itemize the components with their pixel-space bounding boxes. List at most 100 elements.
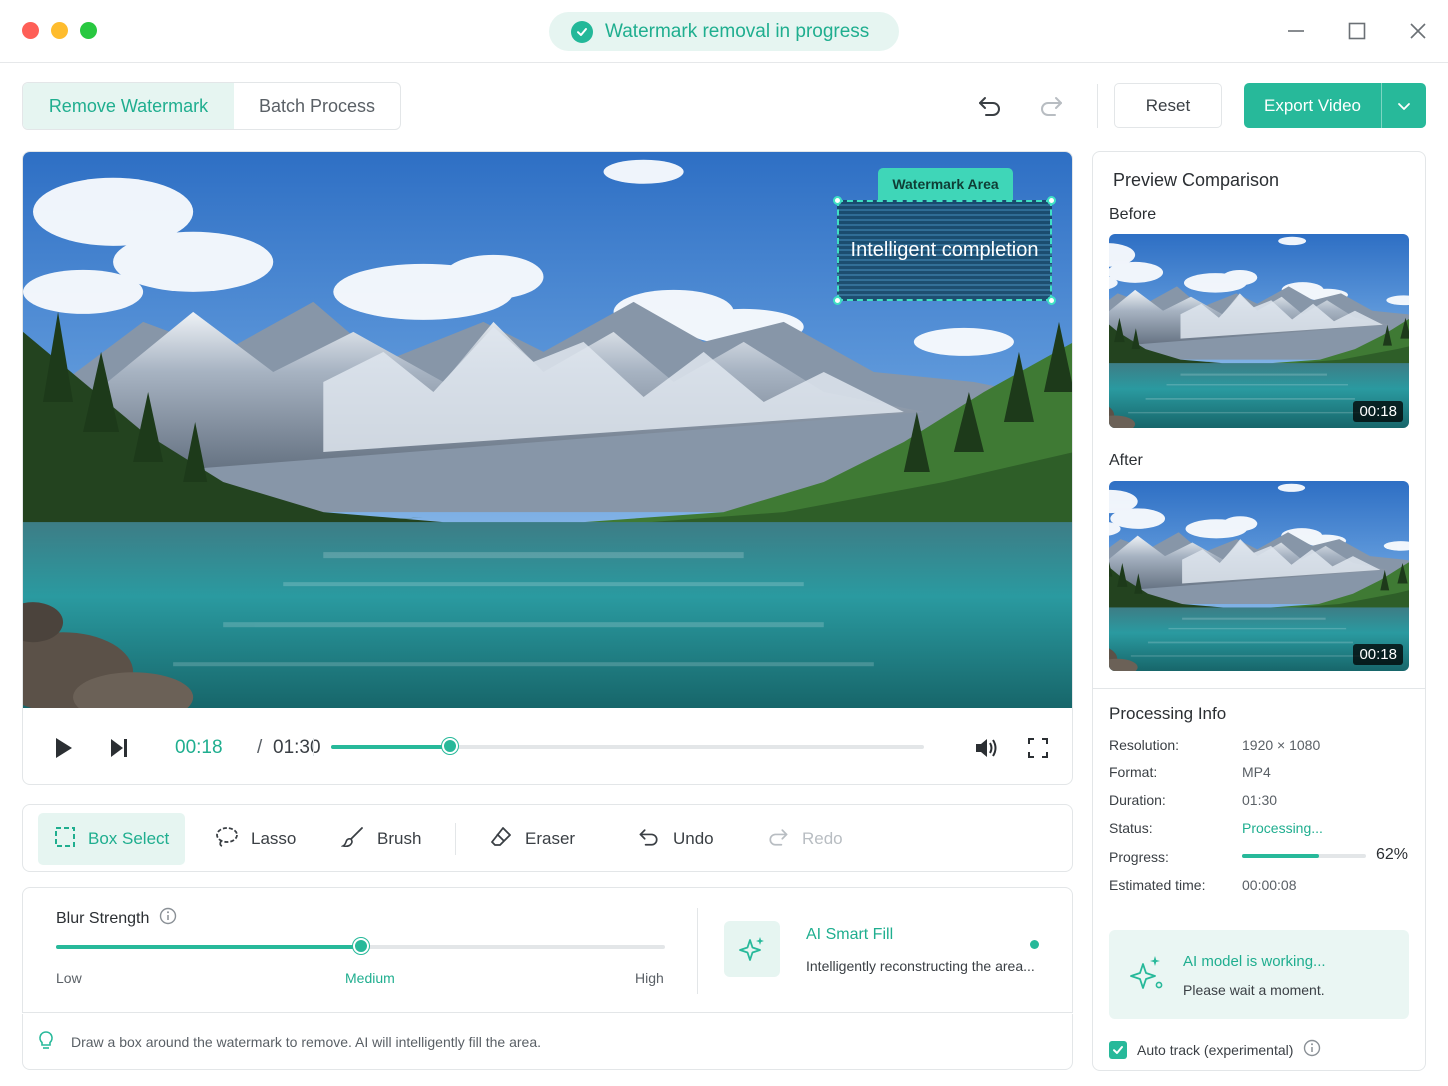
- processing-progress-bar: [1242, 854, 1366, 858]
- tool-box-select[interactable]: Box Select: [38, 813, 186, 865]
- lightbulb-icon: [37, 1030, 55, 1053]
- auto-track-option[interactable]: Auto track (experimental): [1109, 1039, 1321, 1060]
- blur-slider-fill: [56, 945, 361, 949]
- toolbar-divider: [1097, 84, 1098, 128]
- processing-progress-percent: 62%: [1375, 846, 1408, 863]
- sparkle-icon: [1129, 954, 1165, 999]
- chevron-down-icon[interactable]: [1382, 98, 1426, 114]
- auto-track-label: Auto track (experimental): [1137, 1041, 1294, 1058]
- minimize-icon[interactable]: [1281, 16, 1311, 46]
- sparkle-icon: [724, 921, 780, 977]
- seek-bar[interactable]: [331, 738, 924, 754]
- tool-undo[interactable]: Undo: [637, 813, 714, 865]
- video-frame[interactable]: Watermark Area Intelligent completion: [23, 152, 1072, 708]
- reset-button[interactable]: Reset: [1114, 83, 1222, 128]
- info-value-format: MP4: [1242, 764, 1271, 780]
- ai-smart-fill-description: Intelligently reconstructing the area...: [806, 958, 1035, 974]
- skip-next-icon[interactable]: [101, 730, 137, 766]
- blur-strength-slider[interactable]: [56, 938, 665, 954]
- close-window-dot[interactable]: [22, 22, 39, 39]
- tool-label: Brush: [377, 829, 422, 848]
- tool-brush[interactable]: Brush: [340, 813, 422, 865]
- hint-text: Draw a box around the watermark to remov…: [71, 1033, 541, 1050]
- before-thumbnail[interactable]: 00:18: [1109, 234, 1409, 428]
- redo-icon[interactable]: [1033, 88, 1069, 124]
- undo-icon[interactable]: [972, 88, 1008, 124]
- blur-medium-label: Medium: [345, 970, 395, 986]
- status-pill: Watermark removal in progress: [549, 12, 899, 51]
- box-select-icon: [54, 826, 76, 853]
- watermark-selection-box[interactable]: Intelligent completion: [833, 196, 1056, 305]
- export-video-button[interactable]: Export Video: [1244, 83, 1426, 128]
- info-icon[interactable]: [159, 907, 177, 930]
- processing-info-title: Processing Info: [1109, 704, 1227, 723]
- close-icon[interactable]: [1403, 16, 1433, 46]
- status-text: Watermark removal in progress: [605, 20, 870, 42]
- redo-icon: [766, 825, 790, 854]
- mode-tabs: Remove Watermark Batch Process: [22, 82, 401, 130]
- ai-working-card: AI model is working... Please wait a mom…: [1109, 930, 1409, 1019]
- video-player: Watermark Area Intelligent completion 00…: [22, 151, 1073, 785]
- tool-label: Lasso: [251, 829, 297, 848]
- resize-handle-bottom-right[interactable]: [1047, 296, 1056, 305]
- info-key-resolution: Resolution:: [1109, 737, 1180, 753]
- info-value-resolution: 1920 × 1080: [1242, 737, 1321, 753]
- tool-label: Redo: [802, 829, 843, 848]
- tool-redo[interactable]: Redo: [766, 813, 843, 865]
- tab-batch-process[interactable]: Batch Process: [234, 83, 400, 129]
- ai-fill-status-dot: [1030, 940, 1039, 949]
- minimize-window-dot[interactable]: [51, 22, 68, 39]
- after-label: After: [1109, 452, 1143, 469]
- blur-slider-thumb[interactable]: [352, 938, 369, 954]
- right-panel: Preview Comparison Before 00:18 After 00…: [1092, 151, 1426, 1071]
- ai-smart-fill-title: AI Smart Fill: [806, 926, 894, 943]
- time-divider: [313, 738, 314, 756]
- processing-progress-fill: [1242, 854, 1319, 858]
- tool-label: Undo: [673, 829, 714, 848]
- resize-handle-top-left[interactable]: [833, 196, 842, 205]
- play-icon[interactable]: [45, 730, 81, 766]
- panel-divider: [1093, 688, 1425, 689]
- tool-lasso[interactable]: Lasso: [215, 813, 296, 865]
- maximize-icon[interactable]: [1342, 16, 1372, 46]
- eraser-icon: [489, 825, 513, 854]
- resize-handle-bottom-left[interactable]: [833, 296, 842, 305]
- brush-icon: [340, 825, 365, 854]
- before-timestamp: 00:18: [1353, 401, 1403, 422]
- volume-icon[interactable]: [968, 730, 1004, 766]
- info-key-duration: Duration:: [1109, 792, 1166, 808]
- resize-handle-top-right[interactable]: [1047, 196, 1056, 205]
- check-icon: [571, 20, 593, 43]
- fullscreen-icon[interactable]: [1020, 730, 1056, 766]
- info-key-estimated-time: Estimated time:: [1109, 877, 1206, 893]
- info-key-status: Status:: [1109, 820, 1153, 836]
- ai-working-title: AI model is working...: [1183, 953, 1326, 970]
- info-value-duration: 01:30: [1242, 792, 1278, 808]
- blur-divider: [697, 908, 698, 994]
- maximize-window-dot[interactable]: [80, 22, 97, 39]
- seek-thumb[interactable]: [441, 738, 458, 754]
- after-timestamp: 00:18: [1353, 644, 1403, 665]
- after-image: [1109, 481, 1409, 671]
- tools-divider: [455, 823, 456, 855]
- undo-icon: [637, 825, 661, 854]
- info-key-format: Format:: [1109, 764, 1158, 780]
- blur-high-label: High: [635, 970, 664, 986]
- selection-tools: Box Select Lasso Brush Eraser Undo Redo: [22, 804, 1073, 872]
- title-bar: Watermark removal in progress: [0, 0, 1448, 63]
- lasso-icon: [215, 826, 239, 853]
- tab-remove-watermark[interactable]: Remove Watermark: [23, 83, 234, 129]
- info-key-progress: Progress:: [1109, 849, 1169, 865]
- time-current: 00:18: [175, 737, 223, 758]
- tool-label: Eraser: [525, 829, 576, 848]
- watermark-area-tag: Watermark Area: [878, 168, 1013, 200]
- before-image: [1109, 234, 1409, 428]
- info-icon[interactable]: [1303, 1039, 1321, 1060]
- info-value-estimated-time: 00:00:08: [1242, 877, 1297, 893]
- tool-eraser[interactable]: Eraser: [489, 813, 575, 865]
- seek-bar-fill: [331, 745, 450, 749]
- auto-track-checkbox[interactable]: [1109, 1040, 1127, 1059]
- info-value-status: Processing...: [1242, 820, 1323, 836]
- after-thumbnail[interactable]: 00:18: [1109, 481, 1409, 671]
- blur-low-label: Low: [56, 970, 82, 986]
